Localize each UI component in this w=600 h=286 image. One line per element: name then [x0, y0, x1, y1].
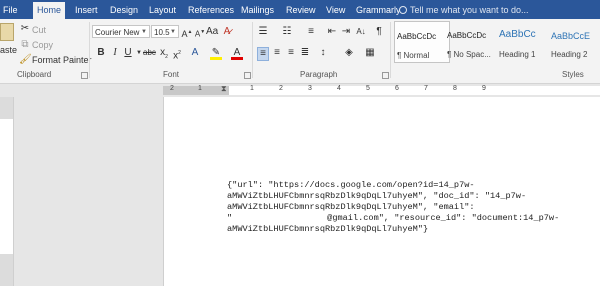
ruler-number: 4 [337, 85, 341, 92]
shading-icon[interactable]: ◈ [343, 47, 355, 59]
tab-home[interactable]: Home [33, 2, 66, 19]
paragraph-group-label: Paragraph [300, 70, 338, 79]
indent-marker-icon[interactable]: ⧗ [221, 85, 227, 93]
font-size-value: 10.5 [154, 28, 170, 37]
font-family-select[interactable]: Courier New ▼ [92, 25, 150, 38]
ruler-number: 2 [170, 85, 174, 92]
paste-icon [0, 23, 14, 41]
ruler-number: 8 [453, 85, 457, 92]
shrink-font-icon[interactable]: A▼ [194, 26, 206, 41]
tab-design[interactable]: Design [110, 0, 138, 19]
subscript-icon[interactable]: x2 [158, 47, 170, 63]
ruler-number: 3 [308, 85, 312, 92]
style-heading-2[interactable]: AaBbCcE Heading 2 [549, 21, 600, 63]
tab-insert[interactable]: Insert [75, 0, 98, 19]
bold-icon[interactable]: B [95, 47, 107, 59]
justify-icon[interactable]: ≣ [299, 47, 311, 59]
ruler-number: 2 [279, 85, 283, 92]
increase-indent-icon[interactable]: ⇥ [340, 26, 352, 38]
ruler-number: 7 [424, 85, 428, 92]
vertical-ruler-text-area [0, 119, 13, 254]
sort-icon[interactable]: A↓ [355, 26, 367, 38]
document-line: aMWViZtbLHUFCbmnrsqRbzDlk9qDqLl7uhyeM"} [227, 224, 429, 234]
align-left-icon[interactable]: ≡ [257, 47, 269, 61]
show-formatting-icon[interactable]: ¶ [373, 26, 385, 38]
clipboard-launcher-icon[interactable] [81, 72, 88, 79]
tab-view[interactable]: View [326, 0, 345, 19]
bullets-icon[interactable]: ☰ [257, 26, 269, 38]
ribbon-tab-bar: File Home Insert Design Layout Reference… [0, 0, 600, 19]
style-preview: AaBbCcDc [397, 32, 437, 41]
style-heading-1[interactable]: AaBbCc Heading 1 [497, 21, 553, 63]
grow-font-icon[interactable]: A▲ [181, 26, 193, 40]
redacted-area [232, 213, 328, 222]
font-launcher-icon[interactable] [244, 72, 251, 79]
style-name: Heading 1 [499, 50, 536, 59]
group-divider [89, 22, 90, 78]
style-name: ¶ No Spac... [447, 50, 491, 59]
font-color-icon[interactable]: A [231, 47, 243, 60]
style-name: ¶ Normal [397, 51, 430, 60]
clear-formatting-icon[interactable]: A̷ [221, 26, 233, 38]
align-right-icon[interactable]: ≡ [285, 47, 297, 59]
scissors-icon: ✂ [20, 23, 30, 34]
decrease-indent-icon[interactable]: ⇤ [326, 26, 338, 38]
highlight-icon[interactable]: ✎ [210, 47, 222, 60]
align-center-icon[interactable]: ≡ [271, 47, 283, 59]
font-group-label: Font [163, 70, 180, 79]
copy-button[interactable]: Copy [32, 40, 53, 50]
tab-references[interactable]: References [188, 0, 234, 19]
document-line: aMWViZtbLHUFCbmnrsqRbzDlk9qDqLl7uhyeM", … [227, 191, 527, 201]
copy-icon: ⧉ [21, 39, 29, 50]
ruler-number: 5 [366, 85, 370, 92]
change-case-icon[interactable]: Aa [206, 26, 218, 38]
strikethrough-icon[interactable]: abc [143, 47, 156, 59]
style-preview: AaBbCcDc [447, 31, 487, 40]
ribbon-home: aste ✂ Cut ⧉ Copy 🖌 Format Painter Clipb… [0, 19, 600, 84]
tab-file[interactable]: File [3, 0, 18, 19]
line-spacing-icon[interactable]: ↕ [317, 47, 329, 59]
chevron-down-icon: ▼ [170, 29, 176, 35]
document-line: {"url": "https://docs.google.com/open?id… [227, 180, 475, 190]
multilevel-list-icon[interactable]: ≡ [305, 26, 317, 38]
tab-review[interactable]: Review [286, 0, 316, 19]
tab-grammarly[interactable]: Grammarly [356, 0, 401, 19]
tab-layout[interactable]: Layout [149, 0, 176, 19]
style-no-spacing[interactable]: AaBbCcDc ¶ No Spac... [445, 21, 501, 63]
cut-button[interactable]: Cut [32, 25, 46, 35]
lightbulb-icon [399, 6, 407, 14]
numbering-icon[interactable]: ☷ [281, 26, 293, 38]
style-preview: AaBbCcE [551, 31, 591, 41]
font-size-select[interactable]: 10.5 ▼ [151, 25, 179, 38]
paste-button[interactable]: aste [0, 45, 17, 55]
document-line: " @gmail.com", "resource_id": "document:1… [227, 213, 559, 223]
format-painter-icon: 🖌 [19, 54, 32, 65]
clipboard-group-label: Clipboard [17, 70, 52, 79]
style-preview: AaBbCc [499, 29, 536, 40]
borders-icon[interactable]: ▦ [364, 47, 376, 59]
group-divider [390, 22, 391, 78]
document-line: aMWViZtbLHUFCbmnrsqRbzDlk9qDqLl7uhyeM", … [227, 202, 475, 212]
ruler-number: 1 [250, 85, 254, 92]
tab-mailings[interactable]: Mailings [241, 0, 274, 19]
styles-group-label: Styles [562, 70, 584, 79]
style-normal[interactable]: AaBbCcDc ¶ Normal [394, 21, 450, 63]
font-family-value: Courier New [95, 28, 140, 37]
ruler-number: 1 [198, 85, 202, 92]
chevron-down-icon: ▼ [141, 29, 147, 35]
group-divider [252, 22, 253, 78]
format-painter-button[interactable]: Format Painter [32, 55, 92, 65]
paragraph-launcher-icon[interactable] [382, 72, 389, 79]
line-rest: @gmail.com", "resource_id": "document:14… [327, 213, 560, 223]
superscript-icon[interactable]: x2 [171, 47, 183, 62]
italic-icon[interactable]: I [109, 47, 121, 59]
tell-me-search[interactable]: Tell me what you want to do... [410, 0, 529, 19]
style-name: Heading 2 [551, 50, 588, 59]
ruler-number: 9 [482, 85, 486, 92]
text-effects-icon[interactable]: A [189, 47, 201, 59]
ruler-number: 6 [395, 85, 399, 92]
